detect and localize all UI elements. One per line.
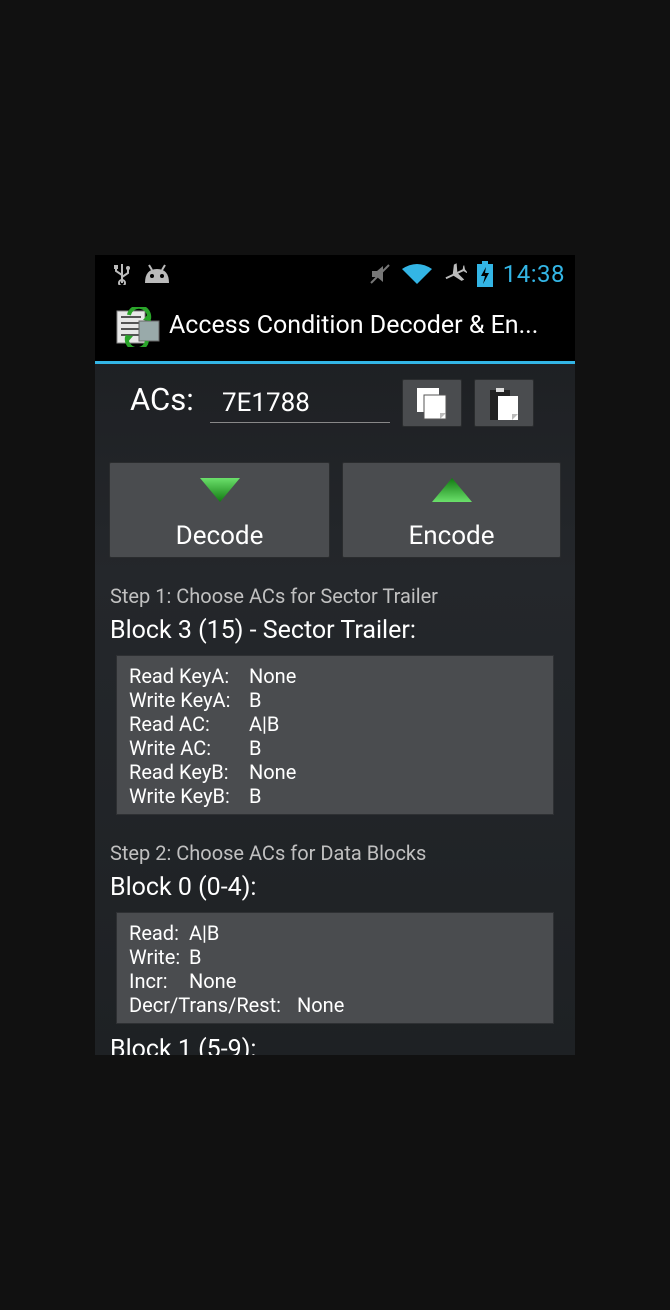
- airplane-icon: [445, 263, 467, 281]
- battery-charging-icon: [477, 261, 493, 287]
- list-item: Decr/Trans/Rest: None: [129, 993, 345, 1017]
- encode-button[interactable]: Encode: [342, 462, 561, 558]
- block0-title: Block 0 (0-4):: [110, 873, 257, 902]
- mute-icon: [370, 264, 390, 284]
- list-item: Read KeyB: None: [129, 760, 297, 784]
- list-item: Incr: None: [129, 969, 237, 993]
- decode-label: Decode: [175, 521, 264, 551]
- list-item: Read AC: A|B: [129, 712, 280, 736]
- list-item: Write AC: B: [129, 736, 262, 760]
- block1-title: Block 1 (5-9):: [110, 1035, 257, 1055]
- copy-button[interactable]: [402, 379, 462, 427]
- phone-screen: 14:38 Access Condition Decoder & En... A…: [95, 255, 575, 1055]
- paste-icon: [490, 388, 518, 420]
- status-bar: 14:38: [95, 255, 575, 293]
- decode-button[interactable]: Decode: [109, 462, 330, 558]
- action-bar: Access Condition Decoder & En...: [95, 293, 575, 364]
- arrow-up-icon: [431, 478, 472, 502]
- app-icon[interactable]: [115, 307, 161, 347]
- wifi-icon: [402, 264, 432, 284]
- step2-label: Step 2: Choose ACs for Data Blocks: [110, 841, 427, 865]
- block0-panel[interactable]: Read: A|B Write: B Incr: None Decr/Trans/Re…: [116, 912, 554, 1024]
- status-time: 14:38: [502, 260, 565, 288]
- arrow-down-icon: [199, 478, 240, 502]
- list-item: Write KeyB: B: [129, 784, 262, 808]
- copy-icon: [417, 388, 447, 420]
- list-item: Write KeyA: B: [129, 688, 262, 712]
- acs-label: ACs:: [130, 381, 194, 418]
- list-item: Read KeyA: None: [129, 664, 297, 688]
- sector-trailer-panel[interactable]: Read KeyA: None Write KeyA: B Read AC: A|B …: [116, 655, 554, 815]
- app-title: Access Condition Decoder & En...: [169, 311, 539, 340]
- list-item: Read: A|B: [129, 921, 220, 945]
- step1-label: Step 1: Choose ACs for Sector Trailer: [110, 584, 438, 608]
- acs-input[interactable]: 7E1788: [210, 383, 390, 423]
- android-debug-icon: [145, 264, 169, 283]
- encode-label: Encode: [408, 521, 495, 551]
- usb-icon: [114, 264, 130, 285]
- list-item: Write: B: [129, 945, 202, 969]
- sector-trailer-title: Block 3 (15) - Sector Trailer:: [110, 616, 416, 645]
- paste-button[interactable]: [474, 379, 534, 427]
